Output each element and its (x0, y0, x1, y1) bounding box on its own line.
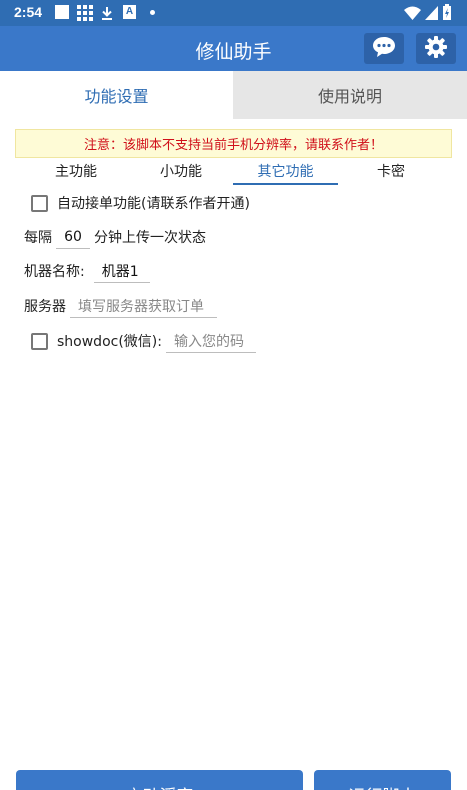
wifi-icon (404, 5, 421, 20)
subtab-other[interactable]: 其它功能 (233, 160, 338, 185)
upload-prefix: 每隔 (24, 230, 52, 246)
showdoc-row: showdoc(微信): 输入您的码 (31, 326, 256, 356)
auto-order-row: 自动接单功能(请联系作者开通) (31, 188, 250, 218)
tab-instructions[interactable]: 使用说明 (233, 71, 467, 119)
notification-square-icon (55, 5, 69, 19)
sub-tabs: 主功能 小功能 其它功能 卡密 (15, 160, 452, 186)
resolution-warning: 注意：该脚本不支持当前手机分辨率，请联系作者！ (15, 129, 452, 158)
subtab-card-key[interactable]: 卡密 (352, 160, 430, 184)
start-float-window-button[interactable]: 启动浮窗 (16, 770, 303, 790)
showdoc-checkbox[interactable] (31, 332, 48, 350)
machine-name-label: 机器名称: (24, 264, 85, 280)
tab-function-settings[interactable]: 功能设置 (0, 71, 233, 119)
chat-button[interactable] (364, 33, 404, 64)
server-input[interactable]: 填写服务器获取订单 (70, 294, 217, 318)
machine-name-row: 机器名称: 机器1 (24, 256, 150, 286)
dot-icon (150, 10, 155, 15)
server-label: 服务器 (24, 299, 66, 315)
server-row: 服务器 填写服务器获取订单 (24, 291, 217, 321)
a-badge-icon: A (123, 5, 136, 19)
app-bar: 修仙助手 (0, 26, 467, 71)
settings-button[interactable] (416, 33, 456, 64)
battery-icon (443, 4, 451, 20)
run-script-button[interactable]: 运行脚本 (314, 770, 451, 790)
main-tabs: 功能设置 使用说明 (0, 71, 467, 119)
auto-order-label: 自动接单功能(请联系作者开通) (57, 196, 250, 212)
showdoc-code-input[interactable]: 输入您的码 (165, 329, 256, 353)
chat-bubble-icon (372, 36, 396, 62)
subtab-small[interactable]: 小功能 (142, 160, 220, 184)
gear-icon (424, 35, 448, 63)
auto-order-checkbox[interactable] (31, 194, 48, 212)
status-bar: 2:54 A (0, 0, 467, 26)
status-time: 2:54 (14, 4, 43, 20)
upload-suffix: 分钟上传一次状态 (94, 230, 206, 246)
signal-icon (425, 5, 438, 20)
showdoc-label: showdoc(微信): (57, 334, 162, 350)
upload-interval-row: 每隔 60 分钟上传一次状态 (24, 222, 206, 252)
machine-name-input[interactable]: 机器1 (93, 259, 150, 283)
subtab-main[interactable]: 主功能 (37, 160, 115, 184)
download-icon (100, 5, 114, 20)
upload-interval-input[interactable]: 60 (56, 225, 90, 249)
grid-icon (77, 5, 93, 21)
